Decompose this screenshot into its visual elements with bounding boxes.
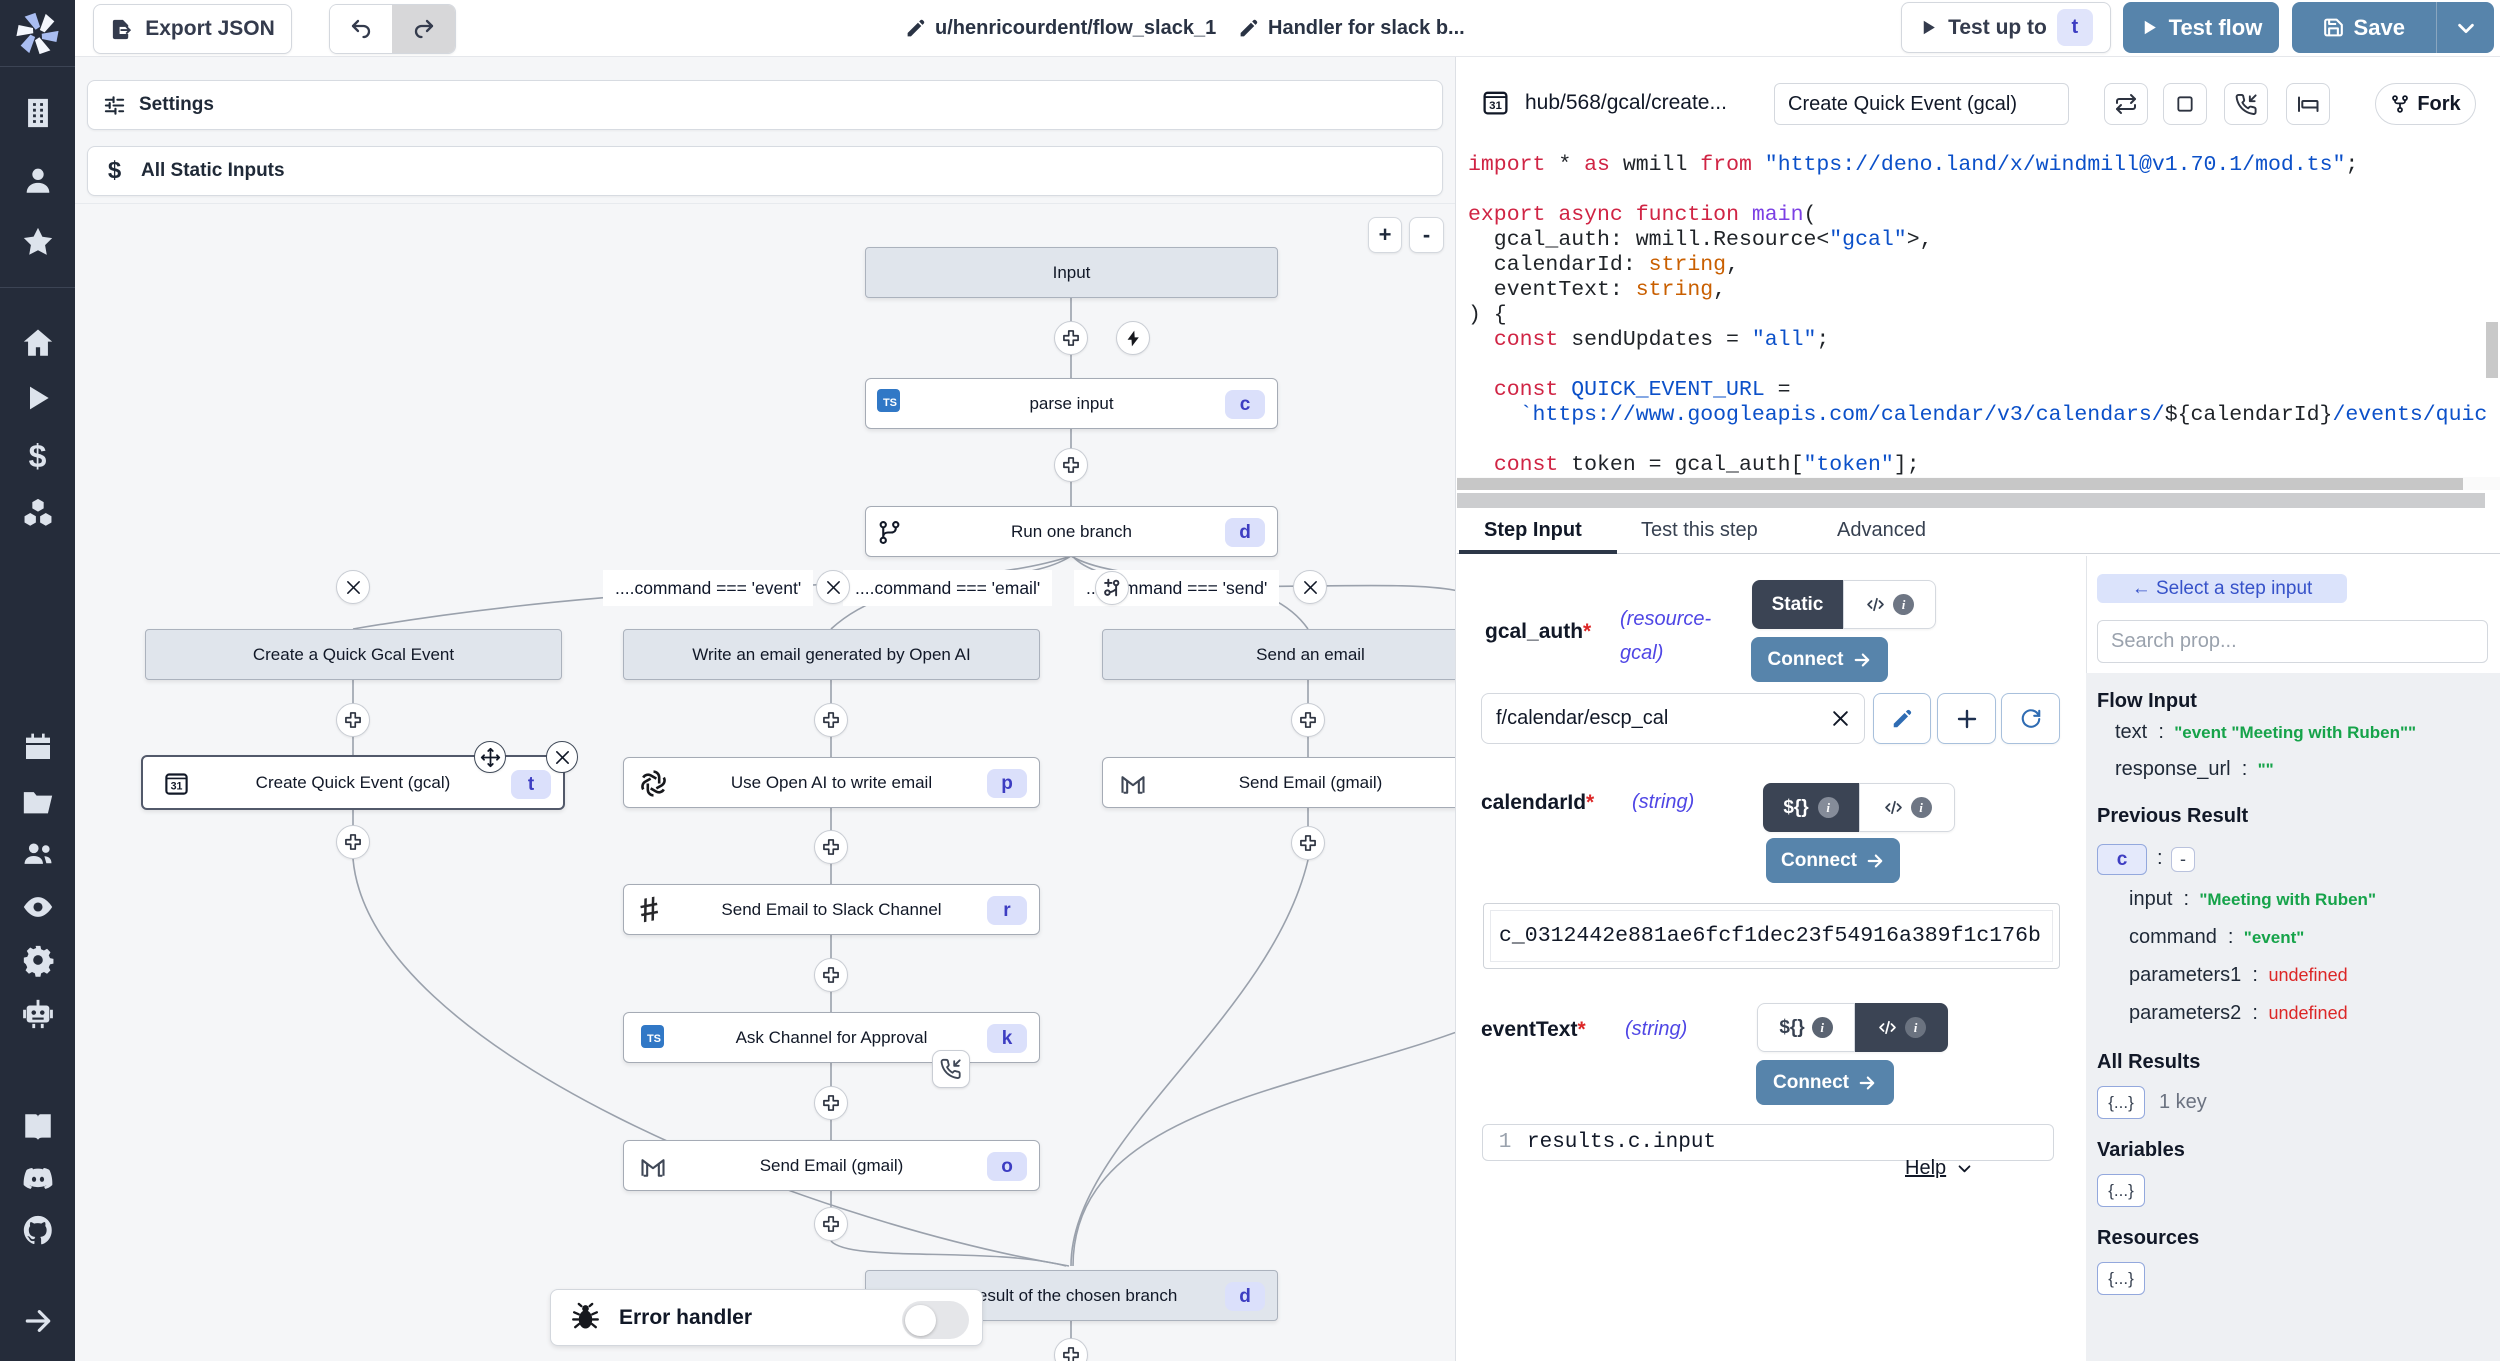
svg-text:31: 31 [1489, 100, 1502, 112]
